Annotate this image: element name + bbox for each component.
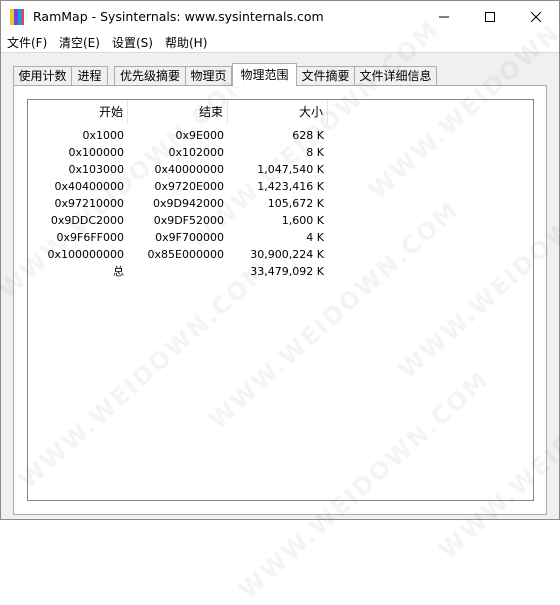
menu-settings[interactable]: 设置(S) xyxy=(112,34,153,51)
column-header-size[interactable]: 大小 xyxy=(228,100,328,124)
start-cell: 0x9F6FF000 xyxy=(56,231,124,244)
minimize-icon xyxy=(439,16,449,17)
column-header-end[interactable]: 结束 xyxy=(128,100,228,124)
tab-physical-ranges[interactable]: 物理范围 xyxy=(232,63,297,86)
tab-panel: 开始 结束 大小 0x1000 0x9E000 628 K 0x100000 0x102… xyxy=(13,85,547,515)
table-row[interactable]: 0x9F6FF000 0x9F700000 4 K xyxy=(28,229,533,246)
end-cell: 0x9720E000 xyxy=(154,180,224,193)
end-cell: 0x9E000 xyxy=(175,129,224,142)
size-cell: 105,672 K xyxy=(267,197,324,210)
menu-clear[interactable]: 清空(E) xyxy=(59,34,100,51)
start-cell: 0x1000 xyxy=(82,129,124,142)
start-cell: 0x103000 xyxy=(68,163,125,176)
total-size: 33,479,092 K xyxy=(250,265,324,278)
menu-help[interactable]: 帮助(H) xyxy=(165,34,207,51)
physical-ranges-list[interactable]: 开始 结束 大小 0x1000 0x9E000 628 K 0x100000 0x102… xyxy=(27,99,534,501)
table-row[interactable]: 0x97210000 0x9D942000 105,672 K xyxy=(28,195,533,212)
close-icon xyxy=(531,11,541,22)
size-cell: 628 K xyxy=(292,129,324,142)
start-cell: 0x40400000 xyxy=(54,180,125,193)
table-row[interactable]: 0x1000 0x9E000 628 K xyxy=(28,127,533,144)
start-cell: 0x100000 xyxy=(68,146,125,159)
total-end-cell xyxy=(128,263,228,280)
menu-bar: 文件(F) 清空(E) 设置(S) 帮助(H) xyxy=(1,32,559,53)
tab-file-details[interactable]: 文件详细信息 xyxy=(354,66,437,85)
window-title: RamMap - Sysinternals: www.sysinternals.… xyxy=(33,9,324,24)
start-cell: 0x9DDC2000 xyxy=(50,214,124,227)
size-cell: 1,600 K xyxy=(281,214,324,227)
end-cell: 0x85E000000 xyxy=(147,248,224,261)
tab-processes[interactable]: 进程 xyxy=(71,66,108,85)
end-cell: 0x40000000 xyxy=(154,163,225,176)
start-cell: 0x97210000 xyxy=(54,197,125,210)
maximize-icon xyxy=(485,11,495,22)
end-cell: 0x9F700000 xyxy=(155,231,224,244)
total-label: 总 xyxy=(113,265,124,278)
start-cell: 0x100000000 xyxy=(47,248,125,261)
table-row[interactable]: 0x103000 0x40000000 1,047,540 K xyxy=(28,161,533,178)
table-row[interactable]: 0x9DDC2000 0x9DF52000 1,600 K xyxy=(28,212,533,229)
tab-physical-pages[interactable]: 物理页 xyxy=(185,66,232,85)
title-bar[interactable]: RamMap - Sysinternals: www.sysinternals.… xyxy=(1,1,559,32)
tab-control: 使用计数 进程 优先级摘要 物理页 物理范围 文件摘要 文件详细信息 开始 结束… xyxy=(1,53,559,519)
menu-file[interactable]: 文件(F) xyxy=(7,34,47,51)
end-cell: 0x9D942000 xyxy=(153,197,224,210)
minimize-button[interactable] xyxy=(421,1,467,32)
total-row[interactable]: 总 33,479,092 K xyxy=(28,263,533,280)
rammap-window: RamMap - Sysinternals: www.sysinternals.… xyxy=(0,0,560,605)
table-row[interactable]: 0x100000 0x102000 8 K xyxy=(28,144,533,161)
table-row[interactable]: 0x100000000 0x85E000000 30,900,224 K xyxy=(28,246,533,263)
size-cell: 8 K xyxy=(306,146,324,159)
size-cell: 1,423,416 K xyxy=(257,180,324,193)
end-cell: 0x9DF52000 xyxy=(153,214,224,227)
tab-priority-summary[interactable]: 优先级摘要 xyxy=(114,66,186,85)
maximize-button[interactable] xyxy=(467,1,513,32)
tab-file-summary[interactable]: 文件摘要 xyxy=(296,66,355,85)
end-cell: 0x102000 xyxy=(168,146,225,159)
rammap-app-icon xyxy=(10,9,24,25)
close-button[interactable] xyxy=(513,1,559,32)
column-header-start[interactable]: 开始 xyxy=(28,100,128,124)
size-cell: 30,900,224 K xyxy=(250,248,324,261)
tab-usage-counts[interactable]: 使用计数 xyxy=(13,66,72,85)
table-row[interactable]: 0x40400000 0x9720E000 1,423,416 K xyxy=(28,178,533,195)
size-cell: 1,047,540 K xyxy=(257,163,324,176)
size-cell: 4 K xyxy=(306,231,324,244)
